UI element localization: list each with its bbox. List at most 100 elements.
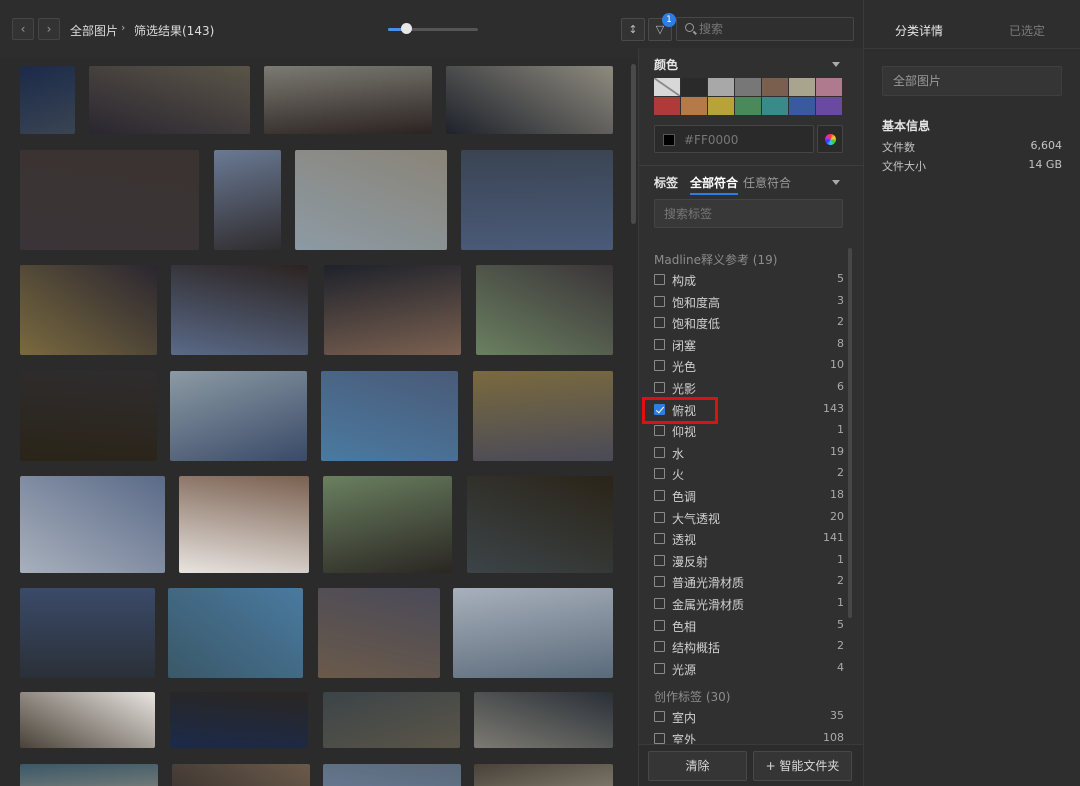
tag-item[interactable]: 光源 4 [654,659,844,679]
tag-item[interactable]: 漫反射 1 [654,551,844,571]
image-thumbnail[interactable] [467,476,613,573]
color-swatch[interactable] [708,97,734,115]
image-thumbnail[interactable] [20,371,157,461]
image-thumbnail[interactable] [179,476,309,573]
color-swatch[interactable] [816,97,842,115]
color-collapse-icon[interactable] [832,62,840,67]
image-thumbnail[interactable] [20,764,158,786]
image-thumbnail[interactable] [473,371,613,461]
image-thumbnail[interactable] [264,66,432,134]
tag-item[interactable]: 结构概括 2 [654,637,844,657]
color-swatch[interactable] [735,78,761,96]
search-box[interactable] [676,17,854,41]
color-swatch[interactable] [735,97,761,115]
tag-checkbox[interactable] [654,662,665,674]
gallery-scrollbar[interactable] [631,64,636,224]
image-thumbnail[interactable] [453,588,613,678]
breadcrumb-root[interactable]: 全部图片 [70,22,118,39]
tag-checkbox[interactable] [654,598,665,609]
tag-checkbox[interactable] [654,382,665,393]
image-thumbnail[interactable] [89,66,250,134]
color-swatch[interactable] [816,78,842,96]
tag-checkbox[interactable] [654,533,665,545]
tag-item[interactable]: 仰视 1 [654,421,844,441]
tag-checkbox[interactable] [654,511,665,523]
image-thumbnail[interactable] [318,588,440,678]
image-thumbnail[interactable] [172,764,310,786]
filter-scrollbar[interactable] [848,248,852,618]
forward-button[interactable]: › [38,18,60,40]
tag-item[interactable]: 构成 5 [654,270,844,290]
tag-item[interactable]: 光色 10 [654,356,844,376]
color-swatch[interactable] [762,78,788,96]
image-thumbnail[interactable] [170,692,308,748]
tag-checkbox[interactable] [654,468,665,480]
tag-item[interactable]: 大气透视 20 [654,508,844,528]
image-thumbnail[interactable] [474,764,613,786]
tag-checkbox[interactable] [654,360,665,372]
color-picker-button[interactable] [817,125,843,153]
tag-checkbox[interactable] [654,425,665,437]
tag-item[interactable]: 室内 35 [654,707,844,727]
image-thumbnail[interactable] [474,692,613,748]
hex-color-field[interactable]: #FF0000 [654,125,814,153]
color-swatch[interactable] [681,78,707,96]
tag-checkbox[interactable] [654,554,665,566]
smart-folder-button[interactable]: + 智能文件夹 [753,751,852,781]
tag-item[interactable]: 色调 18 [654,486,844,506]
tag-checkbox[interactable] [654,641,665,653]
tab-selected[interactable]: 已选定 [1009,22,1045,39]
tag-item[interactable]: 透视 141 [654,529,844,549]
tag-checkbox[interactable] [654,619,665,631]
tag-checkbox[interactable] [654,732,665,744]
image-thumbnail[interactable] [321,371,458,461]
tag-item[interactable]: 普通光滑材质 2 [654,572,844,592]
image-thumbnail[interactable] [324,265,461,355]
sort-button[interactable]: ↕ [621,18,645,41]
tag-checkbox[interactable] [654,446,665,458]
tag-checkbox[interactable] [654,317,665,329]
search-input[interactable] [699,21,849,37]
clear-button[interactable]: 清除 [648,751,747,781]
image-thumbnail[interactable] [214,150,281,250]
tag-checkbox[interactable] [654,295,665,307]
image-thumbnail[interactable] [20,265,157,355]
tag-checkbox[interactable] [654,576,665,588]
color-swatch[interactable] [708,78,734,96]
tag-collapse-icon[interactable] [832,180,840,185]
image-thumbnail[interactable] [171,265,308,355]
tag-checkbox[interactable] [654,338,665,350]
color-swatch[interactable] [654,78,680,96]
image-thumbnail[interactable] [20,692,155,748]
color-swatch[interactable] [762,97,788,115]
tag-item[interactable]: 闭塞 8 [654,335,844,355]
image-thumbnail[interactable] [20,476,165,573]
color-swatch[interactable] [681,97,707,115]
tag-item[interactable]: 水 19 [654,443,844,463]
tag-item[interactable]: 光影 6 [654,378,844,398]
color-swatch[interactable] [654,97,680,115]
image-thumbnail[interactable] [461,150,613,250]
color-swatch[interactable] [789,78,815,96]
image-thumbnail[interactable] [476,265,613,355]
image-thumbnail[interactable] [20,66,75,134]
tag-item[interactable]: 金属光滑材质 1 [654,594,844,614]
image-thumbnail[interactable] [20,150,199,250]
tab-details[interactable]: 分类详情 [895,22,943,39]
image-thumbnail[interactable] [168,588,303,678]
color-swatch[interactable] [789,97,815,115]
zoom-slider-handle[interactable] [401,23,412,34]
image-thumbnail[interactable] [446,66,613,134]
folder-name-field[interactable]: 全部图片 [882,66,1062,96]
back-button[interactable]: ‹ [12,18,34,40]
tag-search-input[interactable] [654,199,843,228]
tag-item[interactable]: 色相 5 [654,616,844,636]
image-thumbnail[interactable] [323,476,452,573]
tag-checkbox[interactable] [654,490,665,501]
image-thumbnail[interactable] [323,764,461,786]
image-thumbnail[interactable] [323,692,460,748]
tag-item[interactable]: 火2 [654,464,844,484]
tab-match-all[interactable]: 全部符合 [690,174,739,195]
tag-checkbox[interactable] [654,274,665,285]
tag-checkbox[interactable] [654,711,665,722]
